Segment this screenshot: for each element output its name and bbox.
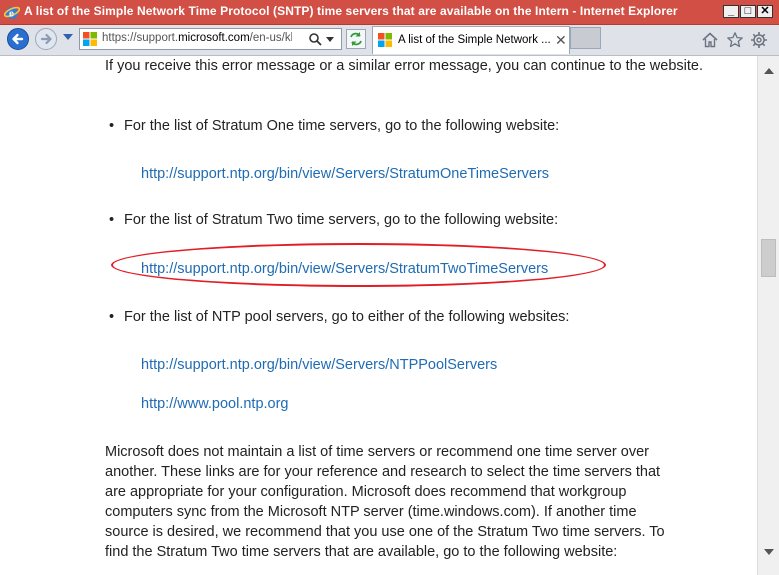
navigation-bar: https://support.microsoft.com/en-us/kb/2… [0,25,779,56]
scroll-up-arrow-icon[interactable] [764,68,774,74]
favorites-star-icon[interactable] [726,31,744,49]
tab-active[interactable]: A list of the Simple Network ... ✕ [372,26,570,54]
search-icon[interactable] [308,32,322,46]
refresh-button[interactable] [346,29,366,49]
back-arrow-icon [12,33,24,45]
bullet-icon: • [109,118,115,134]
vertical-scrollbar[interactable] [757,56,779,575]
list-item-text: For the list of NTP pool servers, go to … [124,309,570,325]
address-dropdown-icon[interactable] [326,37,334,42]
link-ntp-pool-servers[interactable]: http://support.ntp.org/bin/view/Servers/… [141,355,497,375]
address-bar[interactable]: https://support.microsoft.com/en-us/kb/2 [79,28,342,50]
new-tab-button[interactable] [570,27,601,49]
list-item-text: For the list of Stratum Two time servers… [124,212,559,228]
forward-arrow-icon [40,33,52,45]
maximize-button[interactable]: □ [740,5,756,18]
microsoft-logo-icon [83,32,97,46]
history-dropdown-icon[interactable] [63,34,73,40]
scrollbar-thumb[interactable] [761,239,776,277]
bullet-icon: • [109,212,115,228]
address-host: microsoft.com [178,32,250,44]
internet-explorer-icon: e [4,6,20,19]
refresh-icon [350,32,362,46]
bullet-icon: • [109,309,115,325]
minimize-button[interactable]: _ [723,5,739,18]
address-url[interactable]: https://support.microsoft.com/en-us/kb/2 [102,32,292,44]
tab-close-icon[interactable]: ✕ [555,32,567,49]
settings-gear-icon[interactable] [750,31,768,49]
list-item-text: For the list of Stratum One time servers… [124,118,560,134]
home-icon[interactable] [701,31,719,49]
link-pool-ntp-org[interactable]: http://www.pool.ntp.org [141,394,289,414]
closing-paragraph: Microsoft does not maintain a list of ti… [105,444,665,560]
svg-text:e: e [9,9,14,19]
address-path: /en-us/kb/2 [249,32,292,44]
link-stratum-two-servers[interactable]: http://support.ntp.org/bin/view/Servers/… [141,259,548,279]
link-stratum-one-servers[interactable]: http://support.ntp.org/bin/view/Servers/… [141,164,549,184]
intro-paragraph: If you receive this error message or a s… [105,58,703,74]
title-bar: e A list of the Simple Network Time Prot… [0,0,779,25]
address-scheme: https://support. [102,32,179,44]
close-window-button[interactable]: ✕ [757,5,773,18]
tab-title: A list of the Simple Network ... [398,34,551,46]
tab-favicon-icon [378,33,392,47]
window-title: A list of the Simple Network Time Protoc… [24,4,678,18]
scroll-down-arrow-icon[interactable] [764,549,774,555]
back-button[interactable] [7,28,29,50]
forward-button[interactable] [35,28,57,50]
page-content: If you receive this error message or a s… [0,56,757,575]
